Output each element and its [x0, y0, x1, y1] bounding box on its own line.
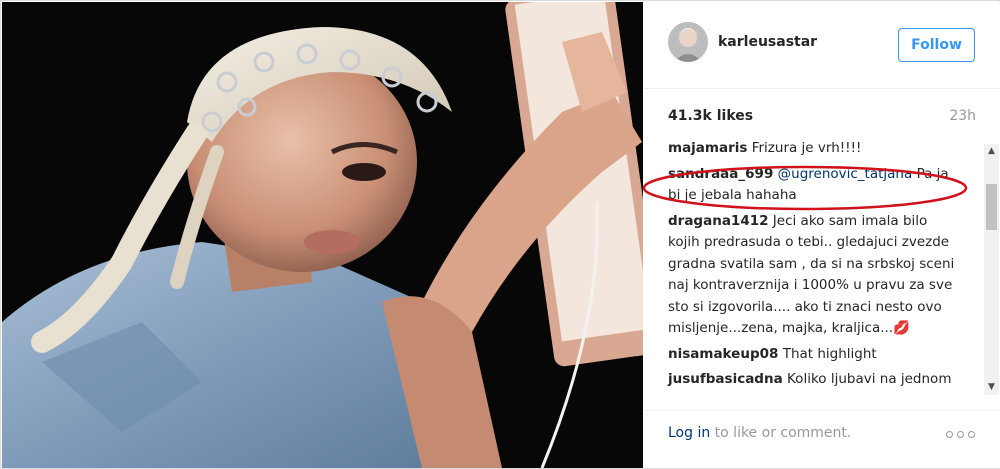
comment-item: jusufbasicadna Koliko ljubavi na jednom …	[668, 369, 958, 394]
comment-username[interactable]: nisamakeup08	[668, 346, 778, 362]
comment-mention[interactable]: @ugrenovic_tatjana	[778, 166, 913, 182]
instagram-post: karleusastar Follow 41.3k likes 23h maja…	[0, 0, 1000, 469]
dot-icon	[968, 431, 975, 438]
scroll-up-icon[interactable]: ▲	[984, 144, 999, 159]
comment-item: sandraaa_699 @ugrenovic_tatjana Pa ja bi…	[668, 164, 958, 207]
more-options-icon[interactable]	[946, 428, 976, 442]
scroll-down-icon[interactable]: ▼	[984, 380, 999, 395]
comment-text: That highlight	[782, 345, 877, 362]
comments-list[interactable]: majamaris Frizura je vrh!!!! sandraaa_69…	[644, 142, 984, 394]
comment-username[interactable]: sandraaa_699	[668, 166, 773, 182]
post-footer: Log in to like or comment.	[644, 410, 1000, 468]
post-photo[interactable]	[2, 2, 643, 468]
comment-text: Jeci ako sam imala bilo kojih predrasuda…	[668, 212, 955, 337]
likes-count[interactable]: 41.3k likes	[668, 108, 753, 124]
login-link[interactable]: Log in	[668, 425, 710, 441]
comment-item: nisamakeup08 That highlight	[668, 344, 958, 366]
post-timestamp[interactable]: 23h	[949, 108, 976, 124]
dot-icon	[957, 431, 964, 438]
post-stats: 41.3k likes 23h	[668, 108, 976, 128]
dot-icon	[946, 431, 953, 438]
comment-item: majamaris Frizura je vrh!!!!	[668, 142, 958, 160]
username-link[interactable]: karleusastar	[718, 34, 817, 50]
comment-username[interactable]: jusufbasicadna	[668, 371, 783, 387]
comment-username[interactable]: majamaris	[668, 142, 747, 156]
comment-text: Frizura je vrh!!!!	[751, 142, 862, 156]
avatar-image	[668, 22, 708, 62]
avatar[interactable]	[668, 22, 708, 62]
follow-button[interactable]: Follow	[898, 28, 975, 62]
comment-username[interactable]: dragana1412	[668, 213, 769, 229]
post-header: karleusastar Follow	[644, 2, 1000, 89]
login-prompt: Log in to like or comment.	[668, 425, 851, 441]
scroll-thumb[interactable]	[986, 184, 997, 230]
login-prompt-suffix: to like or comment.	[710, 425, 852, 441]
post-details-panel: karleusastar Follow 41.3k likes 23h maja…	[642, 2, 1000, 468]
photo-illustration	[2, 2, 643, 468]
comments-scrollbar[interactable]: ▲ ▼	[984, 144, 999, 395]
comment-item: dragana1412 Jeci ako sam imala bilo koji…	[668, 211, 958, 340]
